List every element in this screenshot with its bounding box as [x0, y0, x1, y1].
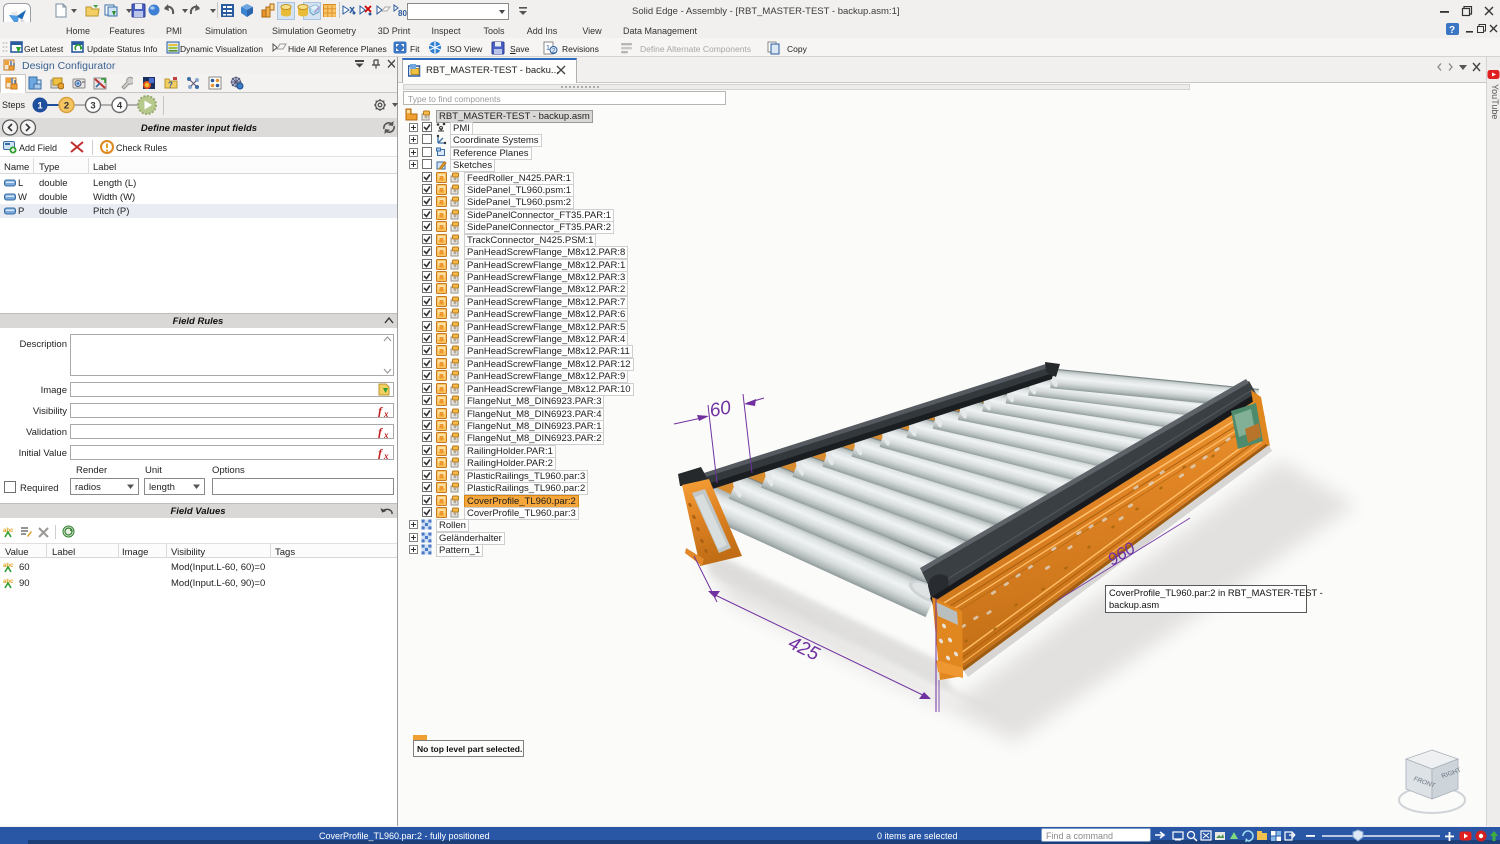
svg-text:60: 60 — [708, 397, 733, 422]
svg-text:f: f — [378, 425, 383, 438]
svg-text:3: 3 — [90, 101, 95, 112]
svg-text:f: f — [378, 404, 383, 417]
svg-text:x: x — [383, 451, 389, 459]
svg-text:2: 2 — [64, 101, 69, 112]
svg-text:?: ? — [1449, 25, 1455, 35]
svg-text:1: 1 — [37, 101, 43, 112]
svg-text:x: x — [383, 430, 389, 438]
svg-text:1: 1 — [546, 45, 550, 52]
svg-text:4: 4 — [117, 101, 123, 112]
svg-text:f: f — [378, 446, 383, 459]
svg-text:x: x — [383, 409, 389, 417]
svg-text:?: ? — [168, 81, 173, 90]
